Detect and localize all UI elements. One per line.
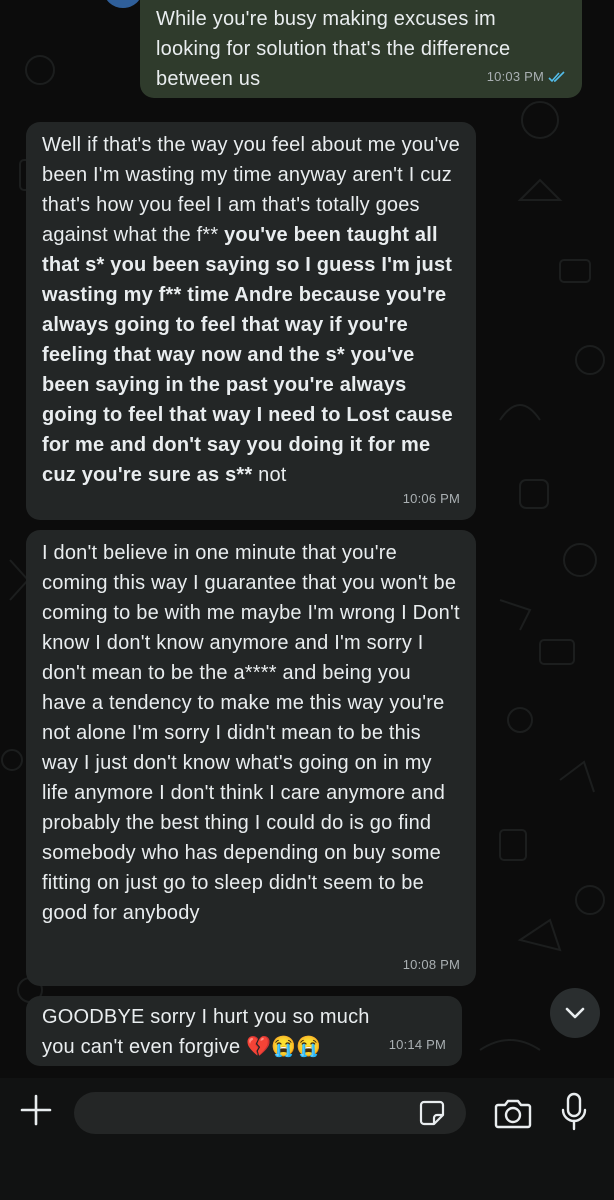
message-text: Well if that's the way you feel about me… [42, 130, 460, 490]
microphone-icon[interactable] [560, 1092, 588, 1132]
message-text-tail: not [252, 464, 287, 486]
message-time: 10:06 PM [402, 491, 460, 506]
message-time: 10:03 PM [486, 69, 544, 84]
chevron-down-icon [565, 1007, 585, 1019]
message-text: GOODBYE sorry I hurt you so much you can… [42, 1006, 370, 1058]
message-bubble-incoming[interactable]: Well if that's the way you feel about me… [26, 122, 476, 520]
message-input[interactable] [74, 1092, 466, 1134]
message-text-bold: you've been taught all that s* you been … [42, 224, 453, 486]
message-bubble-incoming[interactable]: I don't believe in one minute that you'r… [26, 530, 476, 986]
double-check-icon [548, 71, 565, 83]
camera-icon[interactable] [494, 1096, 532, 1130]
message-meta: 10:06 PM [403, 484, 460, 514]
sticker-icon[interactable] [418, 1099, 446, 1127]
message-meta: 10:08 PM [403, 950, 460, 980]
avatar[interactable] [104, 0, 142, 8]
message-time: 10:14 PM [388, 1037, 446, 1052]
message-time: 10:08 PM [402, 957, 460, 972]
scroll-to-bottom-button[interactable] [550, 988, 600, 1038]
message-bubble-incoming[interactable]: GOODBYE sorry I hurt you so much you can… [26, 996, 462, 1066]
message-meta: 10:14 PM [389, 1030, 446, 1060]
plus-icon[interactable] [18, 1092, 54, 1128]
message-text: I don't believe in one minute that you'r… [42, 542, 460, 924]
message-meta: 10:03 PM [487, 62, 566, 92]
message-bubble-outgoing[interactable]: While you're busy making excuses im look… [140, 0, 582, 98]
